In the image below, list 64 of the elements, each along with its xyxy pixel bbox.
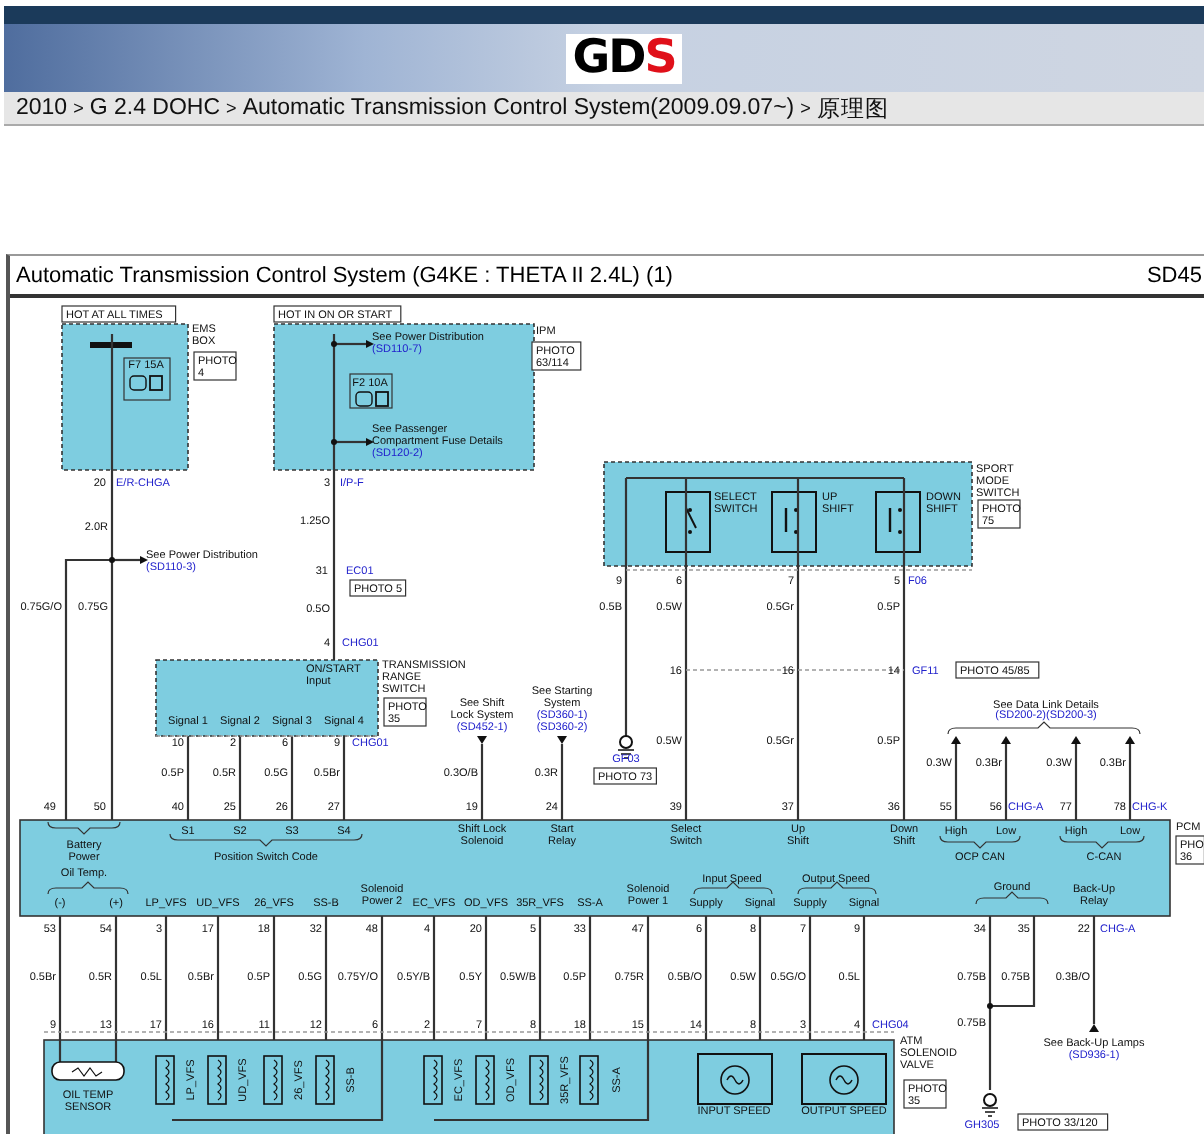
wire-line [1074, 744, 1078, 820]
breadcrumb-separator: > [226, 98, 237, 118]
switch-icon [771, 491, 817, 553]
wire-line [480, 744, 484, 820]
wire-line [186, 736, 190, 820]
coil-icon [579, 1055, 599, 1105]
coil-icon [155, 1055, 175, 1105]
temperature-sensor-icon [51, 1061, 125, 1081]
arrow-icon [366, 340, 374, 348]
arrow-icon [140, 556, 148, 564]
diagram-title: Automatic Transmission Control System (G4KE : THETA II 2.4L) (1) [16, 263, 673, 287]
wire-line [954, 744, 958, 820]
fuse-icon [349, 373, 393, 409]
coil-icon [315, 1055, 335, 1105]
junction-dot [987, 1003, 993, 1009]
logo: GDS [566, 33, 682, 83]
bracket-line [47, 821, 121, 835]
speed-sensor-icon [801, 1053, 887, 1105]
breadcrumb-link[interactable]: G 2.4 DOHC [89, 96, 221, 120]
bracket-line [975, 891, 1049, 905]
junction-dot [331, 341, 337, 347]
fuse-icon [123, 357, 171, 401]
wire-line [1092, 916, 1096, 1024]
wire-line [862, 916, 866, 1040]
bracket-line [1059, 835, 1145, 849]
arrow-icon [477, 736, 487, 744]
bracket-line [47, 881, 129, 895]
junction-dot [109, 557, 115, 563]
arrow-icon [366, 438, 374, 446]
coil-icon [263, 1055, 283, 1105]
arrow-icon [1001, 736, 1011, 744]
breadcrumb-link[interactable]: 2010 [16, 96, 68, 120]
wire-line [560, 744, 564, 820]
bracket-line [939, 835, 1021, 849]
coil-icon [207, 1055, 227, 1105]
wire-line [290, 736, 294, 820]
wire-line [1128, 744, 1132, 820]
wire-line [238, 736, 242, 820]
wire-line [704, 916, 708, 1040]
breadcrumb-link[interactable]: 原理图 [816, 93, 889, 123]
bracket-line [797, 881, 877, 895]
coil-icon [475, 1055, 495, 1105]
breadcrumb-link[interactable]: Automatic Transmission Control System(2009.09.07~) [242, 96, 795, 120]
arrow-icon [1125, 736, 1135, 744]
switch-icon [875, 491, 921, 553]
coil-icon [529, 1055, 549, 1105]
speed-sensor-icon [697, 1053, 773, 1105]
bus-bar-icon [90, 342, 132, 348]
wire-line [758, 916, 762, 1040]
switch-icon [665, 491, 711, 553]
ground-icon [981, 1093, 999, 1117]
breadcrumb-separator: > [800, 98, 811, 118]
coil-icon [423, 1055, 443, 1105]
breadcrumb-separator: > [73, 98, 84, 118]
junction-dot [331, 439, 337, 445]
wire-line [1004, 744, 1008, 820]
diagram-code: SD45 [1146, 263, 1202, 287]
arrow-icon [557, 736, 567, 744]
arrow-icon [951, 736, 961, 744]
arrow-icon [1089, 1024, 1099, 1032]
wire-line [808, 916, 812, 1040]
arrow-icon [1071, 736, 1081, 744]
wire-line [342, 736, 346, 820]
bracket-line [693, 881, 773, 895]
